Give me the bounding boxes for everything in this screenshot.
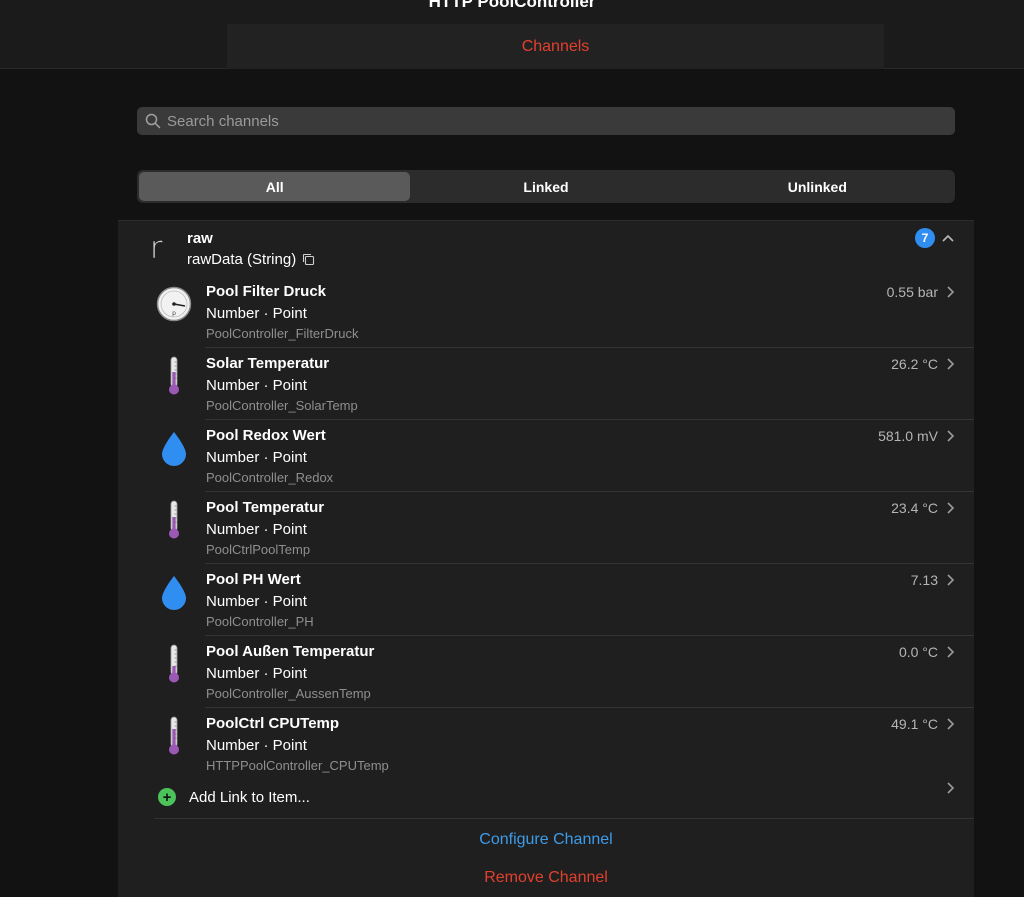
channel-avatar: r [150,231,163,266]
linked-item-row[interactable]: Pool Redox Wert Number · Point PoolContr… [154,420,974,492]
item-type: Number · Point [206,449,307,466]
search-icon [145,113,161,129]
chevron-right-icon [947,646,955,658]
linked-item-row[interactable]: Pool PH Wert Number · Point PoolControll… [154,564,974,636]
linked-item-row[interactable]: Solar Temperatur Number · Point PoolCont… [154,348,974,420]
search-bar[interactable] [137,107,955,135]
item-type: Number · Point [206,305,307,322]
item-type: Number · Point [206,377,307,394]
chevron-right-icon [947,502,955,514]
item-state: 7.13 [910,572,938,588]
channel-type-label: rawData (String) [187,251,297,268]
item-label: Pool Redox Wert [206,427,326,444]
add-link-row[interactable]: + Add Link to Item... [154,781,974,819]
thermometer-icon [154,500,194,540]
chevron-right-icon [947,574,955,586]
configure-channel-button[interactable]: Configure Channel [118,831,974,849]
item-state: 0.55 bar [886,284,938,300]
chevron-up-icon[interactable] [941,231,955,245]
linked-item-row[interactable]: Pool Außen Temperatur Number · Point Poo… [154,636,974,708]
item-name: PoolController_AussenTemp [206,686,371,701]
filter-all-button[interactable]: All [139,172,411,201]
linked-item-row[interactable]: Pool Temperatur Number · Point PoolCtrlP… [154,492,974,564]
thermometer-icon [154,356,194,396]
item-state: 23.4 °C [891,500,938,516]
item-type: Number · Point [206,593,307,610]
chevron-right-icon [947,718,955,730]
linked-item-row[interactable]: PoolCtrl CPUTemp Number · Point HTTPPool… [154,708,974,780]
item-type: Number · Point [206,521,307,538]
item-name: PoolController_Redox [206,470,334,485]
tab-bar: Channels [0,24,1024,69]
add-link-label: Add Link to Item... [189,789,310,806]
item-state: 49.1 °C [891,716,938,732]
thermometer-icon [154,716,194,756]
pressure-gauge-icon: p [154,284,194,324]
water-drop-icon [154,428,194,468]
water-drop-icon [154,572,194,612]
item-label: Pool PH Wert [206,571,301,588]
item-name: PoolController_SolarTemp [206,398,358,413]
thermometer-icon [154,644,194,684]
filter-unlinked-button[interactable]: Unlinked [682,172,953,201]
item-type: Number · Point [206,737,307,754]
copy-icon[interactable] [302,253,315,266]
chevron-right-icon [947,430,955,442]
item-state: 0.0 °C [898,644,938,660]
filter-linked-button[interactable]: Linked [410,172,681,201]
item-label: PoolCtrl CPUTemp [206,715,340,732]
item-name: PoolController_FilterDruck [206,326,359,341]
item-name: PoolCtrlPoolTemp [206,542,311,557]
item-label: Pool Filter Druck [206,283,327,300]
channel-subtitle: rawData (String) [187,251,315,268]
chevron-right-icon [947,782,955,794]
filter-segmented-control: All Linked Unlinked [137,170,955,203]
tab-channels[interactable]: Channels [227,24,884,69]
remove-channel-button[interactable]: Remove Channel [118,869,974,887]
item-label: Pool Außen Temperatur [206,643,375,660]
channel-name: raw [187,230,213,247]
item-label: Pool Temperatur [206,499,325,516]
chevron-right-icon [947,286,955,298]
plus-circle-icon: + [158,788,176,806]
svg-text:p: p [172,310,176,317]
divider [154,818,974,819]
item-name: HTTPPoolController_CPUTemp [206,758,389,773]
search-input[interactable] [167,112,927,130]
linked-item-row[interactable]: p Pool Filter Druck Number · Point PoolC… [154,276,974,348]
item-state: 26.2 °C [891,356,938,372]
channel-card: r raw rawData (String) 7 p Pool Filter D… [118,220,974,897]
channel-header[interactable]: r raw rawData (String) 7 [118,221,974,276]
link-count-badge: 7 [915,228,935,248]
item-state: 581.0 mV [878,428,938,444]
item-name: PoolController_PH [206,614,314,629]
page-title: HTTP PoolController [428,0,596,11]
title-bar: HTTP PoolController [0,0,1024,24]
chevron-right-icon [947,358,955,370]
item-label: Solar Temperatur [206,355,330,372]
item-type: Number · Point [206,665,307,682]
